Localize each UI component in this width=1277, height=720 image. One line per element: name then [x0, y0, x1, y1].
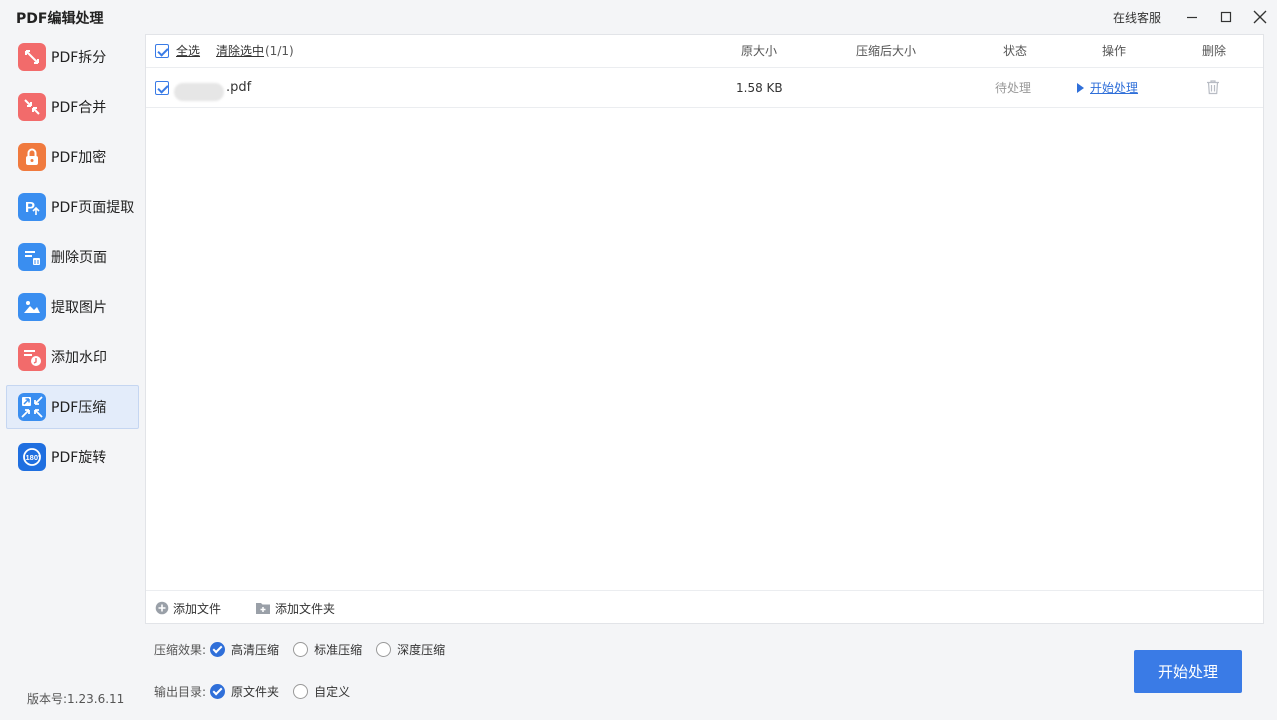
row-start-action-label[interactable]: 开始处理 [1090, 81, 1138, 95]
minimize-icon [1187, 16, 1197, 19]
page-extract-icon: P [18, 193, 46, 221]
online-support-link[interactable]: 在线客服 [1113, 9, 1161, 26]
sidebar-item-label: PDF拆分 [51, 50, 107, 66]
plus-circle-icon [155, 601, 169, 615]
sidebar-item-label: PDF旋转 [51, 450, 107, 466]
sidebar-item-pdf-encrypt[interactable]: PDF加密 [6, 135, 139, 179]
add-folder-label: 添加文件夹 [275, 601, 336, 616]
app-title: PDF编辑处理 [16, 11, 104, 27]
lock-icon [18, 143, 46, 171]
radio-selected[interactable] [210, 641, 226, 657]
add-file-button[interactable]: 添加文件 [155, 591, 221, 625]
play-icon [1077, 83, 1084, 93]
minimize-button[interactable] [1175, 0, 1209, 34]
svg-text:P: P [25, 199, 35, 216]
option-label: 自定义 [314, 684, 351, 699]
output-directory-options: 输出目录: 原文件夹 自定义 [154, 681, 364, 701]
row-checkbox[interactable] [155, 81, 169, 95]
column-header-compressed-size: 压缩后大小 [856, 44, 917, 58]
sidebar-item-extract-image[interactable]: 提取图片 [6, 285, 139, 329]
rotate-icon: 180° [18, 443, 46, 471]
close-icon [1253, 10, 1267, 24]
option-hd-compress[interactable]: 高清压缩 [210, 641, 279, 658]
delete-page-icon [18, 243, 46, 271]
table-header: 全选 清除选中 (1/1) 原大小 压缩后大小 状态 操作 删除 [146, 35, 1263, 68]
column-header-size: 原大小 [741, 44, 778, 58]
column-header-delete: 删除 [1202, 44, 1227, 58]
sidebar-item-label: 提取图片 [51, 300, 107, 316]
option-original-folder[interactable]: 原文件夹 [210, 683, 279, 700]
maximize-icon [1220, 11, 1232, 23]
compression-effect-label: 压缩效果: [154, 642, 207, 657]
title-bar: PDF编辑处理 在线客服 [0, 0, 1277, 34]
image-icon [18, 293, 46, 321]
sidebar-item-pdf-compress[interactable]: PDF压缩 [6, 385, 139, 429]
sidebar-item-label: PDF合并 [51, 100, 107, 116]
option-label: 标准压缩 [314, 642, 363, 657]
option-custom-folder[interactable]: 自定义 [293, 683, 350, 700]
radio[interactable] [293, 683, 309, 699]
sidebar-item-label: PDF压缩 [51, 400, 107, 416]
radio[interactable] [376, 641, 392, 657]
compress-icon [18, 393, 46, 421]
row-status: 待处理 [995, 81, 1032, 95]
file-list-footer: 添加文件 添加文件夹 [146, 590, 1263, 624]
watermark-icon [18, 343, 46, 371]
compression-effect-options: 压缩效果: 高清压缩 标准压缩 深度压缩 [154, 639, 459, 659]
sidebar-item-pdf-merge[interactable]: PDF合并 [6, 85, 139, 129]
svg-text:180°: 180° [26, 453, 42, 462]
row-delete-button[interactable] [1205, 68, 1221, 108]
option-label: 高清压缩 [231, 642, 280, 657]
maximize-button[interactable] [1209, 0, 1243, 34]
radio-selected[interactable] [210, 683, 226, 699]
sidebar-item-label: 删除页面 [51, 250, 107, 266]
close-button[interactable] [1243, 0, 1277, 34]
sidebar-item-delete-page[interactable]: 删除页面 [6, 235, 139, 279]
output-directory-label: 输出目录: [154, 684, 207, 699]
redacted-filename [174, 83, 224, 101]
folder-plus-icon [256, 603, 270, 614]
add-file-label: 添加文件 [173, 601, 222, 616]
file-list-panel: 全选 清除选中 (1/1) 原大小 压缩后大小 状态 操作 删除 .pdf 1.… [145, 34, 1264, 624]
option-deep-compress[interactable]: 深度压缩 [376, 641, 445, 658]
row-size: 1.58 KB [736, 81, 783, 95]
sidebar-item-watermark[interactable]: 添加水印 [6, 335, 139, 379]
table-row[interactable]: .pdf 1.58 KB 待处理 开始处理 [146, 68, 1263, 108]
select-all-checkbox[interactable] [155, 44, 169, 58]
clear-selection-link[interactable]: 清除选中 [216, 35, 264, 68]
column-header-action: 操作 [1102, 44, 1127, 58]
start-processing-button[interactable]: 开始处理 [1134, 650, 1242, 693]
sidebar: PDF拆分 PDF合并 PDF加密 P PDF页面提取 删除页面 提取图片 添加… [0, 34, 145, 720]
merge-icon [18, 93, 46, 121]
sidebar-item-label: PDF加密 [51, 150, 107, 166]
option-standard-compress[interactable]: 标准压缩 [293, 641, 362, 658]
radio[interactable] [293, 641, 309, 657]
sidebar-item-page-extract[interactable]: P PDF页面提取 [6, 185, 139, 229]
option-label: 深度压缩 [397, 642, 446, 657]
option-label: 原文件夹 [231, 684, 280, 699]
version-label: 版本号:1.23.6.11 [27, 692, 125, 706]
row-start-action[interactable]: 开始处理 [1077, 68, 1138, 108]
trash-icon [1207, 80, 1219, 95]
column-header-status: 状态 [1003, 44, 1028, 58]
sidebar-item-pdf-split[interactable]: PDF拆分 [6, 35, 139, 79]
add-folder-button[interactable]: 添加文件夹 [255, 591, 335, 625]
selection-count: (1/1) [265, 44, 294, 58]
sidebar-item-label: PDF页面提取 [51, 200, 135, 216]
sidebar-item-label: 添加水印 [51, 350, 107, 366]
sidebar-item-pdf-rotate[interactable]: 180° PDF旋转 [6, 435, 139, 479]
split-icon [18, 43, 46, 71]
select-all-link[interactable]: 全选 [176, 35, 200, 68]
row-filename: .pdf [226, 80, 252, 95]
